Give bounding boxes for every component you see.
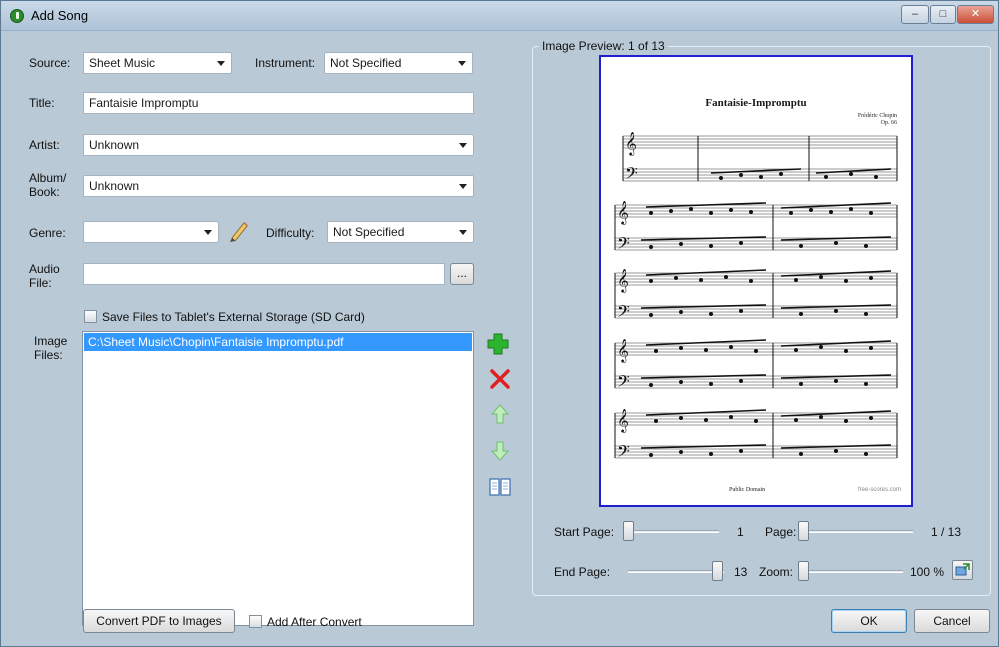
svg-text:𝄞: 𝄞: [617, 408, 629, 433]
audio-file-field[interactable]: [83, 263, 445, 285]
chevron-down-icon: [458, 61, 466, 66]
arrow-up-icon[interactable]: [488, 402, 512, 426]
artist-label: Artist:: [29, 138, 60, 152]
svg-text:𝄞: 𝄞: [617, 268, 629, 293]
image-preview-legend: Image Preview: 1 of 13: [539, 39, 668, 53]
chevron-down-icon: [217, 61, 225, 66]
start-page-slider[interactable]: [623, 521, 634, 541]
svg-text:𝄢: 𝄢: [617, 233, 630, 257]
add-song-dialog: Add Song – □ ✕ Source: Sheet Music Instr…: [0, 0, 999, 647]
svg-text:𝄢: 𝄢: [617, 441, 630, 465]
end-page-slider[interactable]: [712, 561, 723, 581]
x-icon[interactable]: [488, 367, 512, 391]
zoom-track: [798, 570, 903, 573]
ok-button[interactable]: OK: [831, 609, 907, 633]
maximize-button[interactable]: □: [930, 5, 956, 24]
album-label-line2: Book:: [29, 185, 60, 199]
end-page-label: End Page:: [554, 565, 611, 579]
start-page-track: [623, 530, 719, 533]
chevron-down-icon: [459, 230, 467, 235]
book-icon[interactable]: [488, 475, 512, 499]
start-page-value: 1: [737, 525, 744, 539]
audio-label-line2: File:: [29, 276, 52, 290]
arrow-down-icon[interactable]: [488, 439, 512, 463]
zoom-fit-button[interactable]: [952, 560, 973, 580]
page-label: Page:: [765, 525, 797, 539]
genre-select[interactable]: [83, 221, 219, 243]
svg-text:𝄞: 𝄞: [625, 131, 637, 156]
source-select[interactable]: Sheet Music: [83, 52, 232, 74]
close-button[interactable]: ✕: [957, 5, 994, 24]
instrument-select[interactable]: Not Specified: [324, 52, 473, 74]
end-page-value: 13: [734, 565, 748, 579]
score-footer-left: Public Domain: [729, 487, 766, 493]
genre-label: Genre:: [29, 226, 66, 240]
svg-text:𝄢: 𝄢: [617, 371, 630, 395]
page-value: 1 / 13: [931, 525, 962, 539]
source-value: Sheet Music: [89, 56, 156, 70]
album-value: Unknown: [89, 179, 140, 193]
pencil-icon[interactable]: [227, 219, 249, 243]
album-label-line1: Album/: [29, 171, 67, 185]
app-icon: [10, 9, 24, 23]
page-track: [798, 530, 913, 533]
sheet-music-preview: Fantaisie-Impromptu Frédéric Chopin Op. …: [599, 55, 913, 507]
difficulty-value: Not Specified: [333, 225, 405, 239]
image-files-list[interactable]: C:\Sheet Music\Chopin\Fantaisie Imprompt…: [82, 331, 474, 626]
instrument-label: Instrument:: [255, 56, 316, 70]
list-item[interactable]: C:\Sheet Music\Chopin\Fantaisie Imprompt…: [84, 333, 472, 351]
audio-label-line1: Audio: [29, 262, 60, 276]
image-files-label-line2: Files:: [34, 348, 63, 362]
save-sd-label: Save Files to Tablet's External Storage …: [102, 310, 365, 324]
difficulty-select[interactable]: Not Specified: [327, 221, 474, 243]
svg-text:𝄞: 𝄞: [617, 338, 629, 363]
page-slider[interactable]: [798, 521, 809, 541]
difficulty-label: Difficulty:: [266, 226, 315, 240]
artist-value: Unknown: [89, 138, 140, 152]
instrument-value: Not Specified: [330, 56, 402, 70]
album-select[interactable]: Unknown: [83, 175, 474, 197]
add-after-convert-label: Add After Convert: [267, 615, 362, 629]
browse-audio-button[interactable]: ...: [450, 263, 474, 285]
end-page-track: [628, 570, 724, 573]
chevron-down-icon: [459, 143, 467, 148]
convert-pdf-button[interactable]: Convert PDF to Images: [83, 609, 235, 633]
image-files-label-line1: Image: [34, 334, 68, 348]
svg-text:𝄞: 𝄞: [617, 200, 629, 225]
title-label: Title:: [29, 96, 55, 110]
window-title: Add Song: [31, 8, 89, 23]
artist-select[interactable]: Unknown: [83, 134, 474, 156]
score-staves: 𝄞 𝄢 𝄞 𝄢 𝄞 𝄢 𝄞 𝄢 𝄞 𝄢: [614, 131, 898, 465]
source-label: Source:: [29, 56, 71, 70]
chevron-down-icon: [459, 184, 467, 189]
svg-text:𝄢: 𝄢: [625, 163, 638, 187]
fit-icon: [955, 563, 970, 576]
save-sd-checkbox[interactable]: [84, 310, 97, 323]
zoom-value: 100 %: [910, 565, 945, 579]
title-bar: Add Song – □ ✕: [1, 1, 998, 31]
cancel-button[interactable]: Cancel: [914, 609, 990, 633]
zoom-slider[interactable]: [798, 561, 809, 581]
minimize-button[interactable]: –: [901, 5, 929, 24]
add-after-convert-checkbox[interactable]: [249, 615, 262, 628]
plus-icon[interactable]: [486, 332, 510, 356]
zoom-label: Zoom:: [759, 565, 794, 579]
score-footer-right: free-scores.com: [857, 487, 901, 493]
svg-text:𝄢: 𝄢: [617, 301, 630, 325]
chevron-down-icon: [204, 230, 212, 235]
start-page-label: Start Page:: [554, 525, 615, 539]
title-field[interactable]: Fantaisie Impromptu: [83, 92, 474, 114]
